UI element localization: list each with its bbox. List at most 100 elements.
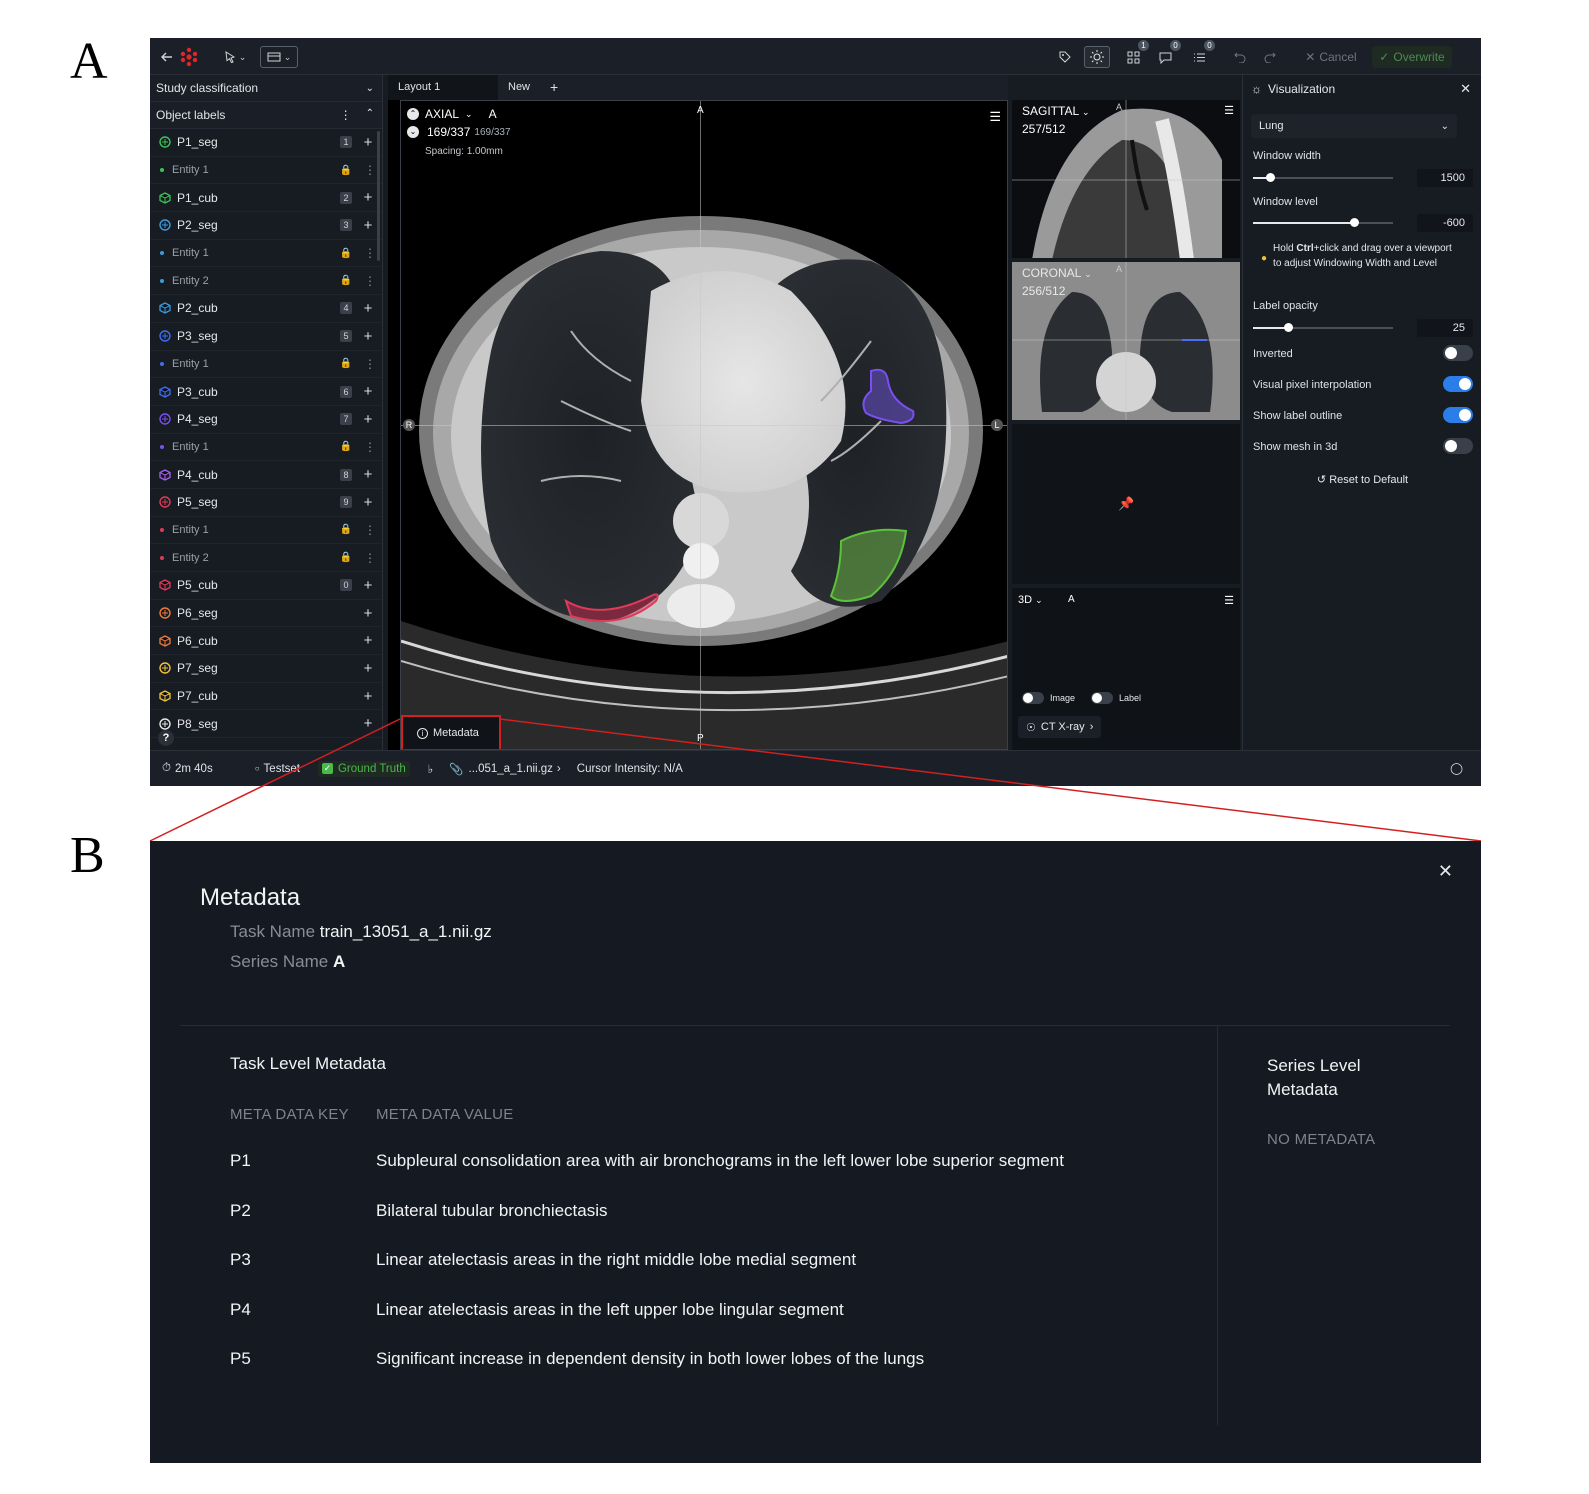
- comment-icon[interactable]: 0: [1156, 40, 1181, 68]
- label-row[interactable]: P1_cub 2 +: [150, 184, 382, 213]
- lock-icon[interactable]: 🔒: [340, 524, 352, 535]
- visualization-sun-icon[interactable]: [1084, 46, 1110, 68]
- more-vertical-icon[interactable]: ⋮: [340, 108, 352, 122]
- label-opacity-slider[interactable]: [1253, 323, 1393, 332]
- redo-icon[interactable]: [1262, 46, 1278, 68]
- add-instance-button[interactable]: +: [362, 577, 374, 594]
- entity-row[interactable]: Entity 1 🔒 ⋮: [150, 351, 382, 379]
- sagittal-view-selector[interactable]: SAGITTAL ⌄: [1022, 104, 1090, 118]
- empty-viewport[interactable]: 📌: [1012, 424, 1240, 584]
- more-vertical-icon[interactable]: ⋮: [364, 523, 376, 537]
- undo-icon[interactable]: [1232, 46, 1248, 68]
- close-icon[interactable]: ✕: [1460, 81, 1471, 97]
- more-vertical-icon[interactable]: ⋮: [364, 357, 376, 371]
- lock-icon[interactable]: 🔒: [340, 165, 352, 176]
- axial-menu-icon[interactable]: ☰: [989, 109, 1001, 125]
- coronal-view-selector[interactable]: CORONAL ⌄: [1022, 266, 1092, 280]
- collapse-down-icon[interactable]: ⌄: [407, 126, 419, 138]
- 3d-view-selector[interactable]: 3D ⌄: [1018, 594, 1043, 606]
- label-toggle[interactable]: [1091, 692, 1114, 704]
- label-row[interactable]: P4_cub 8 +: [150, 461, 382, 489]
- add-instance-button[interactable]: +: [362, 189, 374, 206]
- label-opacity-input[interactable]: 25: [1417, 319, 1473, 337]
- close-icon[interactable]: ✕: [1438, 861, 1453, 882]
- study-classification-header[interactable]: Study classification ⌄: [150, 75, 382, 102]
- tag-icon[interactable]: [1056, 46, 1074, 68]
- label-row[interactable]: P5_seg 9 +: [150, 489, 382, 517]
- window-width-slider[interactable]: [1253, 173, 1393, 182]
- add-instance-button[interactable]: +: [362, 494, 374, 511]
- add-instance-button[interactable]: +: [362, 715, 374, 732]
- add-instance-button[interactable]: +: [362, 217, 374, 234]
- entity-row[interactable]: Entity 1 🔒 ⋮: [150, 434, 382, 462]
- add-instance-button[interactable]: +: [362, 605, 374, 622]
- add-instance-button[interactable]: +: [362, 134, 374, 151]
- label-row[interactable]: P8_seg +: [150, 710, 382, 739]
- lock-icon[interactable]: 🔒: [340, 248, 352, 259]
- label-row[interactable]: P3_seg 5 +: [150, 323, 382, 351]
- feedback-icon[interactable]: ◯: [1450, 761, 1463, 775]
- lock-icon[interactable]: 🔒: [340, 275, 352, 286]
- interpolation-toggle[interactable]: [1443, 376, 1473, 392]
- mesh-toggle[interactable]: [1443, 438, 1473, 454]
- add-tab-button[interactable]: +: [540, 75, 568, 100]
- entity-row[interactable]: Entity 1 🔒 ⋮: [150, 157, 382, 185]
- crosshair-horizontal[interactable]: [401, 425, 1007, 426]
- axial-view-selector[interactable]: AXIAL: [425, 107, 459, 121]
- back-arrow-icon[interactable]: [160, 46, 174, 68]
- more-vertical-icon[interactable]: ⋮: [364, 274, 376, 288]
- image-toggle[interactable]: [1022, 692, 1044, 704]
- add-instance-button[interactable]: +: [362, 411, 374, 428]
- window-width-input[interactable]: 1500: [1417, 169, 1473, 187]
- more-vertical-icon[interactable]: ⋮: [364, 246, 376, 260]
- window-level-input[interactable]: -600: [1417, 214, 1473, 232]
- chevron-up-icon[interactable]: ⌃: [366, 108, 374, 122]
- ground-truth-badge[interactable]: ✓ Ground Truth: [317, 760, 410, 777]
- window-level-slider[interactable]: [1253, 218, 1393, 227]
- label-row[interactable]: P2_seg 3 +: [150, 212, 382, 240]
- pointer-tool-dropdown[interactable]: ⌄: [220, 46, 250, 68]
- list-icon[interactable]: 0: [1190, 40, 1215, 68]
- entity-row[interactable]: Entity 1 🔒 ⋮: [150, 517, 382, 545]
- object-labels-header[interactable]: Object labels ⋮ ⌃: [150, 102, 382, 129]
- preset-select[interactable]: Lung ⌄: [1251, 114, 1457, 138]
- ct-xray-preset-button[interactable]: ☉ CT X-ray ›: [1018, 716, 1102, 738]
- entity-row[interactable]: Entity 2 🔒 ⋮: [150, 544, 382, 572]
- label-row[interactable]: P5_cub 0 +: [150, 572, 382, 600]
- layout-dropdown[interactable]: ⌄: [260, 46, 298, 68]
- metadata-button[interactable]: i Metadata: [401, 715, 501, 749]
- add-instance-button[interactable]: +: [362, 466, 374, 483]
- window-width-knob[interactable]: [1265, 173, 1275, 182]
- window-level-knob[interactable]: [1349, 218, 1359, 227]
- label-row[interactable]: P7_cub +: [150, 683, 382, 711]
- label-row[interactable]: P1_seg 1 +: [150, 129, 382, 157]
- coronal-viewport[interactable]: CORONAL ⌄ 256/512 A: [1012, 262, 1240, 420]
- entity-row[interactable]: Entity 2 🔒 ⋮: [150, 267, 382, 296]
- add-instance-button[interactable]: +: [362, 383, 374, 400]
- hierarchy-icon[interactable]: ♭: [428, 762, 433, 776]
- add-instance-button[interactable]: +: [362, 660, 374, 677]
- outline-toggle[interactable]: [1443, 407, 1473, 423]
- add-instance-button[interactable]: +: [362, 632, 374, 649]
- axial-viewport[interactable]: ⌃ AXIAL ⌄ A ⌄ 169/337 169/337 Spacing: 1…: [400, 100, 1008, 750]
- tab-new[interactable]: New: [498, 75, 540, 100]
- sagittal-viewport[interactable]: SAGITTAL ⌄ 257/512 A ☰: [1012, 100, 1240, 258]
- label-row[interactable]: P2_cub 4 +: [150, 295, 382, 323]
- help-button[interactable]: ?: [158, 730, 174, 746]
- label-row[interactable]: P6_cub +: [150, 627, 382, 656]
- add-instance-button[interactable]: +: [362, 328, 374, 345]
- label-row[interactable]: P6_seg +: [150, 600, 382, 628]
- more-vertical-icon[interactable]: ⋮: [364, 440, 376, 454]
- inverted-toggle[interactable]: [1443, 345, 1473, 361]
- sagittal-menu-icon[interactable]: ☰: [1224, 104, 1234, 117]
- 3d-menu-icon[interactable]: ☰: [1224, 594, 1234, 607]
- grid-icon[interactable]: 1: [1124, 40, 1149, 68]
- pin-icon[interactable]: 📌: [1118, 496, 1134, 512]
- collapse-up-icon[interactable]: ⌃: [407, 108, 419, 120]
- overwrite-button[interactable]: ✓ Overwrite: [1372, 46, 1452, 68]
- label-opacity-knob[interactable]: [1284, 323, 1293, 332]
- chevron-down-icon[interactable]: ⌄: [366, 83, 374, 94]
- label-row[interactable]: P3_cub 6 +: [150, 378, 382, 406]
- entity-row[interactable]: Entity 1 🔒 ⋮: [150, 240, 382, 268]
- add-instance-button[interactable]: +: [362, 300, 374, 317]
